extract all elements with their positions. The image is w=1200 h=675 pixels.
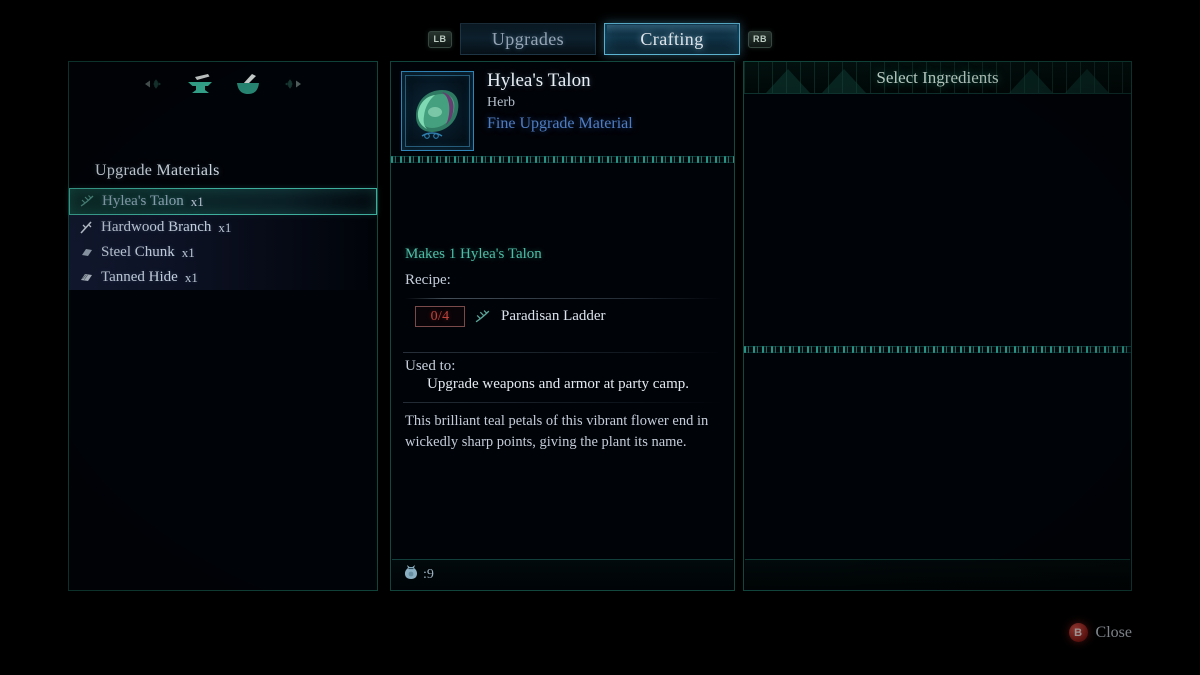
item-type: Herb — [487, 95, 515, 110]
close-label: Close — [1095, 623, 1132, 641]
used-to-divider — [403, 352, 722, 353]
panel-title: Upgrade Materials — [95, 162, 220, 179]
ingredients-divider — [744, 346, 1131, 353]
right-arrow-icon[interactable] — [281, 77, 303, 91]
material-qty: x1 — [184, 269, 198, 285]
hide-icon — [79, 270, 94, 285]
category-icon-row — [69, 72, 377, 96]
close-hint[interactable]: B Close — [1068, 623, 1132, 642]
used-to-text: Upgrade weapons and armor at party camp. — [427, 376, 689, 392]
recipe-ingredient-row[interactable]: 0/4 Paradisan Ladder — [415, 306, 606, 327]
panel-title: Select Ingredients — [876, 68, 999, 87]
material-name: Steel Chunk — [101, 244, 175, 260]
tab-crafting[interactable]: Crafting — [604, 23, 740, 55]
herb-sprig-icon — [80, 194, 95, 209]
item-detail-panel: Hylea's Talon Herb Fine Upgrade Material… — [390, 61, 735, 591]
ingredient-name: Paradisan Ladder — [501, 308, 606, 324]
material-qty: x1 — [190, 193, 204, 209]
item-header: Hylea's Talon Herb Fine Upgrade Material — [391, 62, 734, 159]
rb-shoulder-button[interactable]: RB — [748, 30, 772, 48]
ingredients-footer — [745, 559, 1130, 589]
recipe-label: Recipe: — [405, 272, 451, 288]
material-name: Tanned Hide — [101, 269, 178, 285]
tab-bar: LB Upgrades Crafting RB — [0, 18, 1200, 60]
left-arrow-icon[interactable] — [143, 77, 165, 91]
inventory-count: :9 — [423, 566, 434, 582]
mortar-pestle-icon[interactable] — [235, 72, 261, 96]
list-item[interactable]: Hardwood Branch x1 — [69, 215, 377, 240]
item-grade: Fine Upgrade Material — [487, 115, 633, 132]
material-name: Hylea's Talon — [102, 193, 184, 209]
item-name: Hylea's Talon — [487, 70, 591, 91]
branch-icon — [79, 220, 94, 235]
materials-list: Hylea's Talon x1 Hardwood Branch x1 Stee… — [69, 188, 377, 290]
material-name: Hardwood Branch — [101, 219, 212, 235]
inventory-footer: :9 — [392, 559, 733, 589]
herb-sprig-icon — [475, 309, 491, 325]
recipe-divider — [405, 298, 722, 299]
list-item[interactable]: Steel Chunk x1 — [69, 240, 377, 265]
ingredient-count-badge: 0/4 — [415, 306, 465, 327]
material-qty: x1 — [181, 244, 195, 260]
item-description: This brilliant teal petals of this vibra… — [405, 413, 709, 450]
header-divider — [391, 156, 734, 163]
select-ingredients-panel: Select Ingredients — [743, 61, 1132, 591]
used-to-label: Used to: — [405, 358, 456, 374]
anvil-icon[interactable] — [185, 72, 215, 96]
hyleas-talon-thumbnail — [401, 71, 474, 151]
material-qty: x1 — [218, 219, 232, 235]
lb-shoulder-button[interactable]: LB — [428, 30, 452, 48]
description-divider — [403, 402, 722, 403]
tab-upgrades[interactable]: Upgrades — [460, 23, 596, 55]
coin-pouch-icon — [402, 563, 420, 586]
makes-label: Makes 1 Hylea's Talon — [405, 246, 542, 262]
b-button-icon: B — [1068, 623, 1088, 642]
list-item[interactable]: Tanned Hide x1 — [69, 265, 377, 290]
select-ingredients-header: Select Ingredients — [744, 62, 1131, 94]
metal-chunk-icon — [79, 245, 94, 260]
materials-panel: Upgrade Materials Hylea's Talon x1 Hardw… — [68, 61, 378, 591]
list-item[interactable]: Hylea's Talon x1 — [69, 188, 377, 215]
